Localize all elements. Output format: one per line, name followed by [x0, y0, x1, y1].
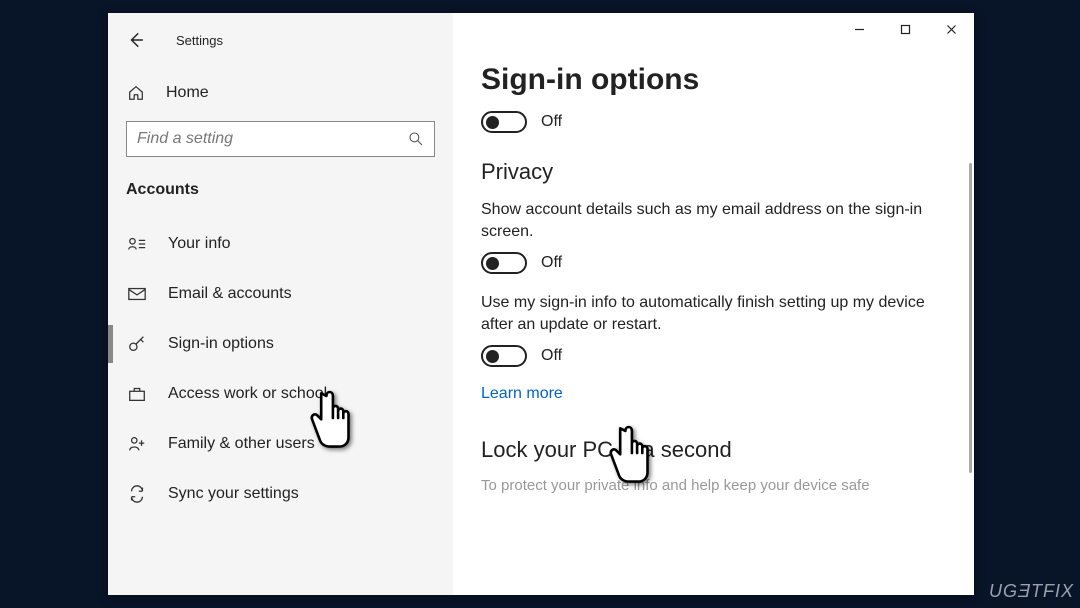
- sidebar-item-home[interactable]: Home: [108, 71, 453, 115]
- lock-desc: To protect your private info and help ke…: [481, 477, 941, 494]
- sidebar-item-access-work-school[interactable]: Access work or school: [108, 369, 453, 419]
- key-icon: [126, 333, 148, 355]
- toggle-show-account[interactable]: [481, 252, 527, 274]
- section-header: Accounts: [108, 157, 453, 209]
- toggle-row-top: Off: [481, 111, 954, 133]
- content-pane: Sign-in options Off Privacy Show account…: [453, 13, 974, 595]
- toggle-top[interactable]: [481, 111, 527, 133]
- search-icon: [408, 131, 424, 147]
- search-wrap: [108, 115, 453, 157]
- lock-section: Lock your PC in a second To protect your…: [481, 437, 954, 494]
- back-button[interactable]: [126, 30, 146, 50]
- toggle-state: Off: [541, 347, 562, 365]
- sidebar-item-email-accounts[interactable]: Email & accounts: [108, 269, 453, 319]
- sidebar-item-sync-settings[interactable]: Sync your settings: [108, 469, 453, 519]
- toggle-knob: [486, 257, 499, 270]
- privacy-heading: Privacy: [481, 159, 954, 185]
- sidebar-item-sign-in-options[interactable]: Sign-in options: [108, 319, 453, 369]
- nav-label: Email & accounts: [168, 285, 292, 303]
- toggle-knob: [486, 350, 499, 363]
- nav-label: Your info: [168, 235, 231, 253]
- toggle-auto-signin[interactable]: [481, 345, 527, 367]
- nav-list: Your info Email & accounts Sign-in optio…: [108, 219, 453, 519]
- sidebar-item-your-info[interactable]: Your info: [108, 219, 453, 269]
- privacy-desc-1: Show account details such as my email ad…: [481, 199, 941, 242]
- nav-label: Sync your settings: [168, 485, 299, 503]
- lock-heading: Lock your PC in a second: [481, 437, 954, 463]
- watermark: UGƎTFIX: [989, 581, 1074, 602]
- toggle-state: Off: [541, 113, 562, 131]
- toggle-state: Off: [541, 254, 562, 272]
- titlebar-left: Settings: [108, 21, 453, 59]
- nav-label: Sign-in options: [168, 335, 274, 353]
- toggle-row-privacy2: Off: [481, 345, 954, 367]
- app-title: Settings: [176, 33, 223, 48]
- content-body: Sign-in options Off Privacy Show account…: [453, 13, 974, 595]
- briefcase-icon: [126, 383, 148, 405]
- scrollbar[interactable]: [969, 163, 972, 473]
- settings-window: Settings Home Accounts Your info: [108, 13, 974, 595]
- page-title: Sign-in options: [481, 63, 954, 97]
- privacy-desc-2: Use my sign-in info to automatically fin…: [481, 292, 941, 335]
- search-box[interactable]: [126, 121, 435, 157]
- home-icon: [126, 83, 146, 103]
- sidebar: Settings Home Accounts Your info: [108, 13, 453, 595]
- learn-more-link[interactable]: Learn more: [481, 385, 563, 403]
- nav-label: Access work or school: [168, 385, 327, 403]
- nav-label: Family & other users: [168, 435, 315, 453]
- family-icon: [126, 433, 148, 455]
- search-input[interactable]: [137, 130, 408, 148]
- arrow-left-icon: [127, 31, 145, 49]
- user-card-icon: [126, 233, 148, 255]
- home-label: Home: [166, 84, 209, 102]
- mail-icon: [126, 283, 148, 305]
- toggle-knob: [486, 116, 499, 129]
- toggle-row-privacy1: Off: [481, 252, 954, 274]
- sidebar-item-family-users[interactable]: Family & other users: [108, 419, 453, 469]
- sync-icon: [126, 483, 148, 505]
